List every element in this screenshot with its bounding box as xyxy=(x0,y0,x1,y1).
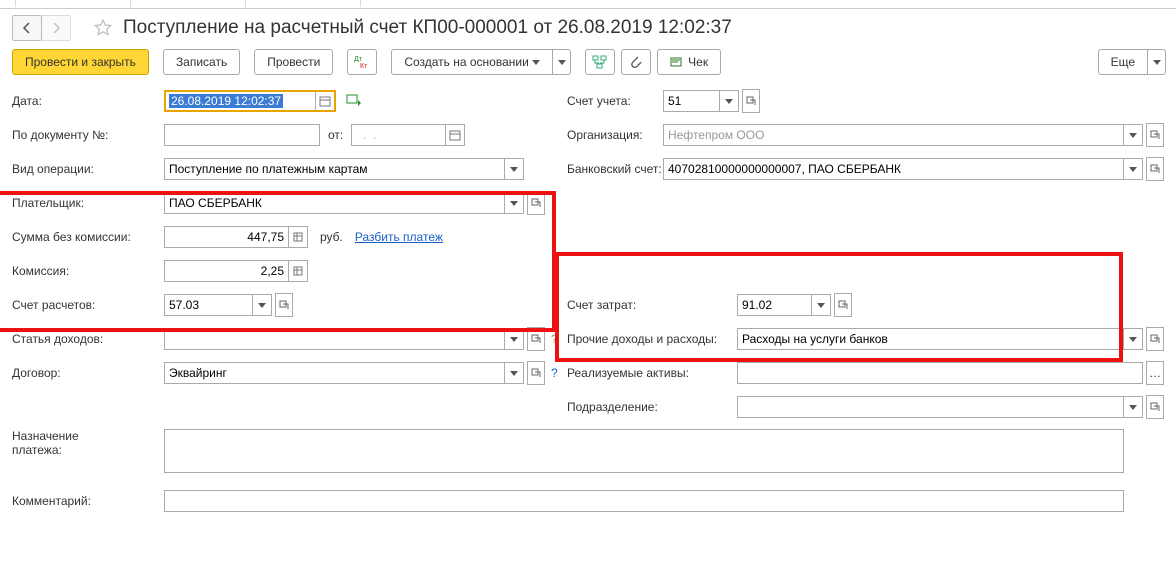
account-input[interactable] xyxy=(663,90,739,112)
income-help-icon[interactable]: ? xyxy=(551,332,558,346)
date-input-wrap: 26.08.2019 12:02:37 xyxy=(164,90,336,112)
docnum-label: По документу №: xyxy=(12,128,164,142)
payer-input[interactable] xyxy=(164,192,524,214)
income-input[interactable] xyxy=(164,328,524,350)
sum-calc-button[interactable] xyxy=(288,227,307,247)
contract-open-button[interactable] xyxy=(527,361,545,385)
from-date-picker[interactable] xyxy=(445,125,464,145)
date-label: Дата: xyxy=(12,94,164,108)
comment-input[interactable] xyxy=(164,490,1124,512)
settle-acc-dropdown[interactable] xyxy=(252,295,271,315)
settle-acc-input[interactable] xyxy=(164,294,272,316)
income-open-button[interactable] xyxy=(527,327,545,351)
payer-open-button[interactable] xyxy=(527,191,545,215)
sum-currency: руб. xyxy=(320,230,343,244)
purpose-label: Назначение платежа: xyxy=(12,429,164,457)
split-payment-link[interactable]: Разбить платеж xyxy=(355,230,443,244)
nav-back-button[interactable] xyxy=(12,15,42,41)
optype-input[interactable] xyxy=(164,158,524,180)
account-label: Счет учета: xyxy=(567,94,663,108)
payer-label: Плательщик: xyxy=(12,196,164,210)
fee-calc-button[interactable] xyxy=(288,261,307,281)
cost-acc-dropdown[interactable] xyxy=(811,295,830,315)
settle-acc-label: Счет расчетов: xyxy=(12,298,164,312)
bank-input[interactable] xyxy=(663,158,1143,180)
favorite-star-icon[interactable] xyxy=(93,18,113,38)
svg-text:Дт: Дт xyxy=(354,56,363,63)
comment-label: Комментарий: xyxy=(12,494,164,508)
org-dropdown[interactable] xyxy=(1123,125,1142,145)
post-and-close-button[interactable]: Провести и закрыть xyxy=(12,49,149,75)
bank-label: Банковский счет: xyxy=(567,162,663,176)
contract-input[interactable] xyxy=(164,362,524,384)
cheque-button[interactable]: Чек xyxy=(657,49,721,75)
contract-help-icon[interactable]: ? xyxy=(551,366,558,380)
fee-input[interactable] xyxy=(164,260,308,282)
nav-forward-button[interactable] xyxy=(41,15,71,41)
assets-input[interactable] xyxy=(737,362,1143,384)
more-dropdown[interactable] xyxy=(1148,49,1166,75)
dept-open-button[interactable] xyxy=(1146,395,1164,419)
bank-dropdown[interactable] xyxy=(1123,159,1142,179)
income-dropdown[interactable] xyxy=(504,329,523,349)
save-button[interactable]: Записать xyxy=(163,49,240,75)
optype-dropdown[interactable] xyxy=(504,159,523,179)
page-title: Поступление на расчетный счет КП00-00000… xyxy=(123,17,732,39)
cost-acc-open-button[interactable] xyxy=(834,293,852,317)
other-open-button[interactable] xyxy=(1146,327,1164,351)
dt-kt-button[interactable]: ДтКт xyxy=(347,49,377,75)
dept-dropdown[interactable] xyxy=(1123,397,1142,417)
sum-label: Сумма без комиссии: xyxy=(12,230,164,244)
sum-input[interactable] xyxy=(164,226,308,248)
from-label: от: xyxy=(328,128,343,142)
docnum-input[interactable] xyxy=(164,124,320,146)
relations-button[interactable] xyxy=(585,49,615,75)
account-dropdown[interactable] xyxy=(719,91,738,111)
cost-acc-input[interactable] xyxy=(737,294,831,316)
optype-label: Вид операции: xyxy=(12,162,164,176)
org-label: Организация: xyxy=(567,128,663,142)
bank-open-button[interactable] xyxy=(1146,157,1164,181)
cost-acc-label: Счет затрат: xyxy=(567,298,737,312)
income-label: Статья доходов: xyxy=(12,332,164,346)
fee-label: Комиссия: xyxy=(12,264,164,278)
org-input[interactable] xyxy=(663,124,1143,146)
from-date-input[interactable] xyxy=(351,124,465,146)
contract-dropdown[interactable] xyxy=(504,363,523,383)
date-value[interactable]: 26.08.2019 12:02:37 xyxy=(169,94,283,108)
new-flag-icon xyxy=(346,94,362,108)
assets-more-button[interactable]: … xyxy=(1146,361,1164,385)
settle-acc-open-button[interactable] xyxy=(275,293,293,317)
other-input[interactable] xyxy=(737,328,1143,350)
date-picker-button[interactable] xyxy=(315,92,334,110)
payer-dropdown[interactable] xyxy=(504,193,523,213)
account-open-button[interactable] xyxy=(742,89,760,113)
org-open-button[interactable] xyxy=(1146,123,1164,147)
other-label: Прочие доходы и расходы: xyxy=(567,332,737,346)
svg-text:Кт: Кт xyxy=(360,63,368,69)
purpose-textarea[interactable] xyxy=(164,429,1124,473)
other-dropdown[interactable] xyxy=(1123,329,1142,349)
dept-label: Подразделение: xyxy=(567,400,737,414)
create-based-on-dropdown[interactable] xyxy=(553,49,571,75)
post-button[interactable]: Провести xyxy=(254,49,333,75)
attach-button[interactable] xyxy=(621,49,651,75)
create-based-on-button[interactable]: Создать на основании xyxy=(391,49,553,75)
assets-label: Реализуемые активы: xyxy=(567,366,737,380)
contract-label: Договор: xyxy=(12,366,164,380)
more-button[interactable]: Еще xyxy=(1098,49,1148,75)
dept-input[interactable] xyxy=(737,396,1143,418)
